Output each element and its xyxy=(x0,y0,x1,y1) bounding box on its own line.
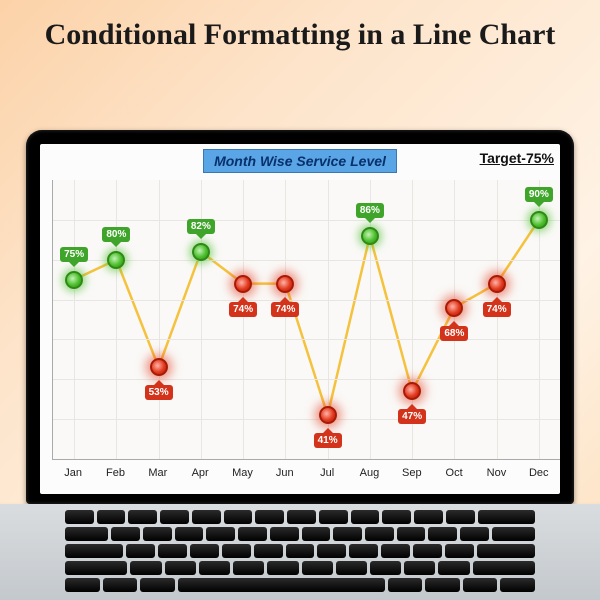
dot-bad-icon xyxy=(319,406,337,424)
dot-bad-icon xyxy=(403,382,421,400)
dot-good-icon xyxy=(530,211,548,229)
plot-area: 75% 80% 53% 82% 74% 74% 41% 86% 47% 68% 74% 90% xyxy=(52,180,560,460)
target-label: Target-75% xyxy=(480,150,554,166)
x-tick: Jan xyxy=(52,462,94,490)
x-tick: Mar xyxy=(137,462,179,490)
dot-good-icon xyxy=(65,271,83,289)
data-label: 68% xyxy=(440,326,468,341)
x-tick: Jul xyxy=(306,462,348,490)
page-title: Conditional Formatting in a Line Chart xyxy=(0,0,600,53)
chart-screen: Month Wise Service Level Target-75% 75% 8… xyxy=(40,144,560,494)
x-tick: Jun xyxy=(264,462,306,490)
dot-good-icon xyxy=(192,243,210,261)
dot-good-icon xyxy=(361,227,379,245)
data-label: 86% xyxy=(356,203,384,218)
data-label: 80% xyxy=(102,227,130,242)
dot-bad-icon xyxy=(488,275,506,293)
data-label: 74% xyxy=(483,302,511,317)
data-label: 41% xyxy=(314,433,342,448)
chart-title: Month Wise Service Level xyxy=(203,149,397,173)
x-tick: Apr xyxy=(179,462,221,490)
laptop-mock: Month Wise Service Level Target-75% 75% 8… xyxy=(0,130,600,600)
data-label: 47% xyxy=(398,409,426,424)
x-tick: Oct xyxy=(433,462,475,490)
data-label: 74% xyxy=(229,302,257,317)
x-tick: May xyxy=(221,462,263,490)
laptop-keyboard xyxy=(0,504,600,600)
dot-good-icon xyxy=(107,251,125,269)
dot-bad-icon xyxy=(276,275,294,293)
x-tick: Dec xyxy=(518,462,560,490)
data-label: 74% xyxy=(271,302,299,317)
chart-header: Month Wise Service Level Target-75% xyxy=(40,144,560,178)
x-tick: Nov xyxy=(475,462,517,490)
x-axis: JanFebMarAprMayJunJulAugSepOctNovDec xyxy=(52,462,560,490)
data-label: 53% xyxy=(145,385,173,400)
series-line xyxy=(53,180,560,459)
dot-bad-icon xyxy=(234,275,252,293)
dot-bad-icon xyxy=(150,358,168,376)
dot-bad-icon xyxy=(445,299,463,317)
x-tick: Aug xyxy=(348,462,390,490)
data-label: 82% xyxy=(187,219,215,234)
x-tick: Feb xyxy=(94,462,136,490)
laptop-screen-frame: Month Wise Service Level Target-75% 75% 8… xyxy=(26,130,574,504)
x-tick: Sep xyxy=(391,462,433,490)
data-label: 75% xyxy=(60,247,88,262)
data-label: 90% xyxy=(525,187,553,202)
